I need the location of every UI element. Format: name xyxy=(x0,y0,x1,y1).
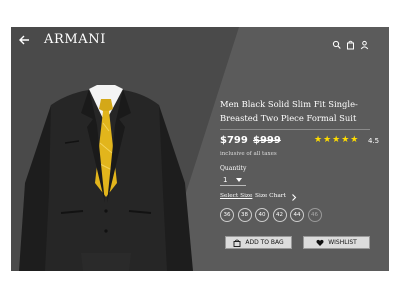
select-size-label: Select Size xyxy=(220,193,253,199)
add-to-bag-label: ADD TO BAG xyxy=(245,239,284,246)
product-image xyxy=(19,85,193,271)
brand-logo[interactable]: ARMANI xyxy=(44,32,106,47)
tax-note: inclusive of all taxes xyxy=(220,151,277,157)
back-arrow-icon[interactable] xyxy=(17,33,31,47)
size-header: Select Size Size Chart xyxy=(220,193,385,203)
size-option[interactable]: 40 xyxy=(255,208,269,222)
size-option[interactable]: 42 xyxy=(272,208,287,222)
wishlist-button[interactable]: WISHLIST xyxy=(303,236,370,249)
star-rating-icon: ★★★★★ xyxy=(314,135,360,145)
size-option-unavailable[interactable]: 46 xyxy=(307,208,322,222)
size-option[interactable]: 44 xyxy=(290,208,304,222)
quantity-label: Quantity xyxy=(220,165,247,172)
heart-icon xyxy=(316,239,324,246)
product-title: Men Black Solid Slim Fit Single-Breasted… xyxy=(220,99,358,123)
product-screen: ARMANI Men Black Solid Slim Fit Single-B… xyxy=(11,27,389,271)
quantity-value: 1 xyxy=(223,176,228,184)
price: $799 xyxy=(220,135,248,146)
rating-value: 4.5 xyxy=(368,137,380,145)
bag-icon xyxy=(233,239,241,247)
add-to-bag-button[interactable]: ADD TO BAG xyxy=(225,236,292,249)
divider xyxy=(220,129,370,130)
size-option[interactable]: 38 xyxy=(237,208,252,222)
size-options: 36 38 40 42 44 46 xyxy=(220,208,322,222)
chevron-right-icon[interactable] xyxy=(291,194,297,201)
chevron-down-icon xyxy=(236,178,242,182)
size-chart-link[interactable]: Size Chart xyxy=(255,193,286,199)
wishlist-label: WISHLIST xyxy=(328,239,357,246)
size-option[interactable]: 36 xyxy=(220,208,234,222)
price-row: $799 $999 ★★★★★ 4.5 xyxy=(220,135,385,149)
quantity-select[interactable]: 1 xyxy=(220,176,246,186)
product-details: Men Black Solid Slim Fit Single-Breasted… xyxy=(220,27,385,271)
original-price: $999 xyxy=(253,135,281,146)
